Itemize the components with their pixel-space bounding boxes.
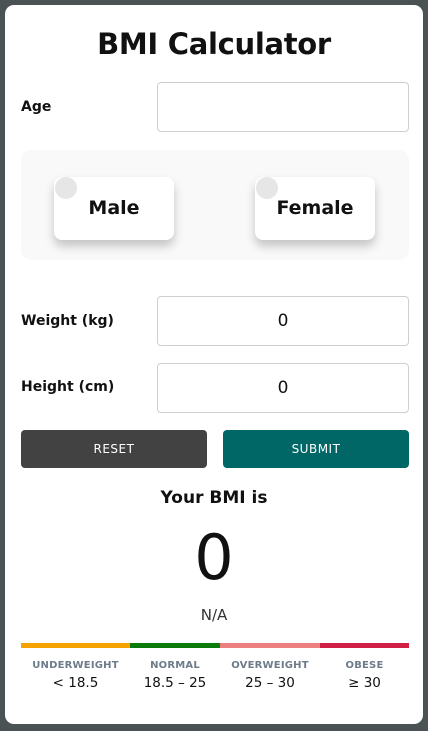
weight-input[interactable] [157, 296, 409, 346]
scale-item-obese: OBESE ≥ 30 [320, 660, 409, 691]
scale-range: ≥ 30 [348, 675, 381, 691]
gender-option-male[interactable]: Male [54, 177, 174, 240]
bmi-category: N/A [200, 606, 228, 624]
bmi-scale-bar [21, 643, 409, 648]
scale-range: 25 – 30 [245, 675, 295, 691]
scale-item-overweight: OVERWEIGHT 25 – 30 [220, 660, 320, 691]
female-label: Female [276, 197, 354, 219]
male-radio[interactable] [55, 177, 77, 199]
bmi-scale-legend: UNDERWEIGHT < 18.5 NORMAL 18.5 – 25 OVER… [21, 660, 409, 691]
scale-name: OVERWEIGHT [231, 660, 309, 671]
gender-selector: Male Female [21, 150, 409, 260]
scale-segment-normal [130, 643, 220, 648]
age-label: Age [21, 99, 52, 115]
scale-name: NORMAL [150, 660, 200, 671]
result-heading: Your BMI is [160, 488, 268, 508]
height-input[interactable] [157, 363, 409, 413]
scale-item-normal: NORMAL 18.5 – 25 [130, 660, 220, 691]
submit-button[interactable]: SUBMIT [223, 430, 409, 468]
female-radio[interactable] [256, 177, 278, 199]
scale-segment-underweight [21, 643, 130, 648]
scale-item-underweight: UNDERWEIGHT < 18.5 [21, 660, 130, 691]
scale-name: OBESE [345, 660, 384, 671]
scale-range: 18.5 – 25 [143, 675, 207, 691]
scale-segment-obese [320, 643, 409, 648]
scale-name: UNDERWEIGHT [32, 660, 119, 671]
bmi-calculator-card: BMI Calculator Age Male Female Weight (k… [5, 5, 423, 724]
scale-segment-overweight [220, 643, 320, 648]
weight-label: Weight (kg) [21, 313, 114, 329]
gender-option-female[interactable]: Female [255, 177, 375, 240]
age-input[interactable] [157, 82, 409, 132]
reset-button[interactable]: RESET [21, 430, 207, 468]
page-title: BMI Calculator [97, 27, 331, 61]
bmi-value: 0 [194, 521, 234, 594]
height-label: Height (cm) [21, 379, 115, 395]
scale-range: < 18.5 [52, 675, 99, 691]
male-label: Male [88, 197, 140, 219]
